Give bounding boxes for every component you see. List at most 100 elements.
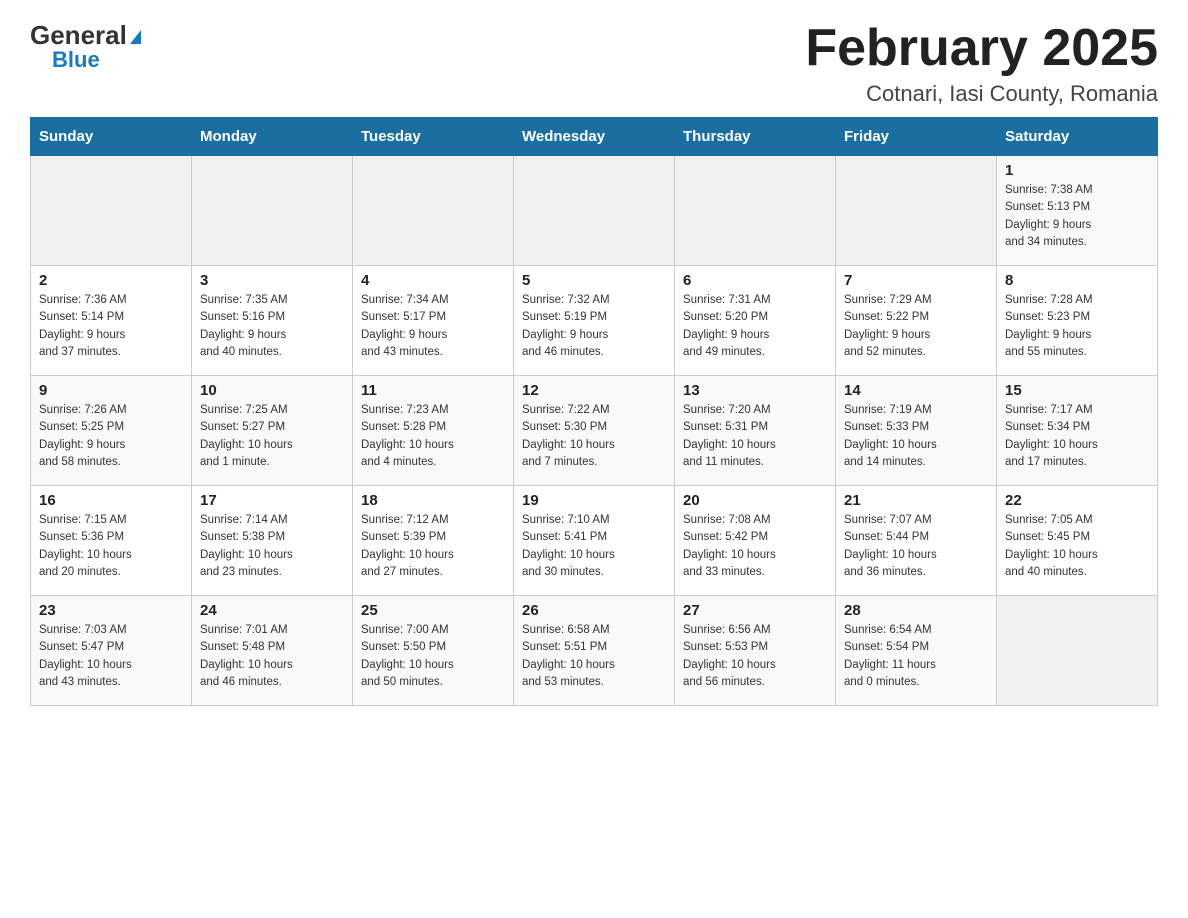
day-info: Sunrise: 7:22 AM Sunset: 5:30 PM Dayligh… [522, 402, 666, 471]
day-number: 25 [361, 602, 505, 619]
calendar-cell: 25 Sunrise: 7:00 AM Sunset: 5:50 PM Dayli… [353, 596, 514, 706]
day-info: Sunrise: 7:35 AM Sunset: 5:16 PM Dayligh… [200, 292, 344, 361]
calendar-cell: 20Sunrise: 7:08 AM Sunset: 5:42 PM Dayli… [675, 486, 836, 596]
calendar-cell: 28 Sunrise: 6:54 AM Sunset: 5:54 PM Dayli… [836, 596, 997, 706]
calendar-cell: 1 Sunrise: 7:38 AM Sunset: 5:13 PM Daylig… [997, 156, 1158, 266]
day-info: Sunrise: 7:36 AM Sunset: 5:14 PM Dayligh… [39, 292, 183, 361]
day-number: 9 [39, 382, 183, 399]
day-info: Sunrise: 7:17 AM Sunset: 5:34 PM Dayligh… [1005, 402, 1149, 471]
day-info: Sunrise: 7:05 AM Sunset: 5:45 PM Dayligh… [1005, 512, 1149, 581]
day-info: Sunrise: 7:19 AM Sunset: 5:33 PM Dayligh… [844, 402, 988, 471]
weekday-header-tuesday: Tuesday [353, 118, 514, 156]
calendar-week-row: 2 Sunrise: 7:36 AM Sunset: 5:14 PM Daylig… [31, 266, 1158, 376]
day-number: 19 [522, 492, 666, 509]
calendar-cell [192, 156, 353, 266]
weekday-header-thursday: Thursday [675, 118, 836, 156]
calendar-cell: 8 Sunrise: 7:28 AM Sunset: 5:23 PM Daylig… [997, 266, 1158, 376]
weekday-header-friday: Friday [836, 118, 997, 156]
day-number: 18 [361, 492, 505, 509]
day-number: 2 [39, 272, 183, 289]
calendar-cell: 24 Sunrise: 7:01 AM Sunset: 5:48 PM Dayli… [192, 596, 353, 706]
calendar-cell [353, 156, 514, 266]
day-number: 22 [1005, 492, 1149, 509]
day-info: Sunrise: 7:03 AM Sunset: 5:47 PM Dayligh… [39, 622, 183, 691]
calendar-table: SundayMondayTuesdayWednesdayThursdayFrid… [30, 117, 1158, 706]
calendar-cell [675, 156, 836, 266]
day-number: 12 [522, 382, 666, 399]
page-header: General Blue February 2025 Cotnari, Iasi… [30, 20, 1158, 107]
day-info: Sunrise: 7:29 AM Sunset: 5:22 PM Dayligh… [844, 292, 988, 361]
calendar-cell: 21 Sunrise: 7:07 AM Sunset: 5:44 PM Dayli… [836, 486, 997, 596]
day-info: Sunrise: 7:20 AM Sunset: 5:31 PM Dayligh… [683, 402, 827, 471]
day-info: Sunrise: 7:07 AM Sunset: 5:44 PM Dayligh… [844, 512, 988, 581]
day-info: Sunrise: 7:34 AM Sunset: 5:17 PM Dayligh… [361, 292, 505, 361]
calendar-cell: 7 Sunrise: 7:29 AM Sunset: 5:22 PM Daylig… [836, 266, 997, 376]
day-number: 24 [200, 602, 344, 619]
weekday-header-saturday: Saturday [997, 118, 1158, 156]
calendar-cell: 6 Sunrise: 7:31 AM Sunset: 5:20 PM Daylig… [675, 266, 836, 376]
calendar-cell: 12 Sunrise: 7:22 AM Sunset: 5:30 PM Dayli… [514, 376, 675, 486]
weekday-header-row: SundayMondayTuesdayWednesdayThursdayFrid… [31, 118, 1158, 156]
calendar-cell: 4 Sunrise: 7:34 AM Sunset: 5:17 PM Daylig… [353, 266, 514, 376]
day-number: 17 [200, 492, 344, 509]
day-info: Sunrise: 7:01 AM Sunset: 5:48 PM Dayligh… [200, 622, 344, 691]
calendar-header: SundayMondayTuesdayWednesdayThursdayFrid… [31, 118, 1158, 156]
calendar-cell: 3 Sunrise: 7:35 AM Sunset: 5:16 PM Daylig… [192, 266, 353, 376]
logo: General Blue [30, 20, 141, 73]
day-number: 1 [1005, 162, 1149, 179]
weekday-header-wednesday: Wednesday [514, 118, 675, 156]
day-number: 28 [844, 602, 988, 619]
day-number: 21 [844, 492, 988, 509]
day-info: Sunrise: 7:23 AM Sunset: 5:28 PM Dayligh… [361, 402, 505, 471]
calendar-week-row: 23Sunrise: 7:03 AM Sunset: 5:47 PM Dayli… [31, 596, 1158, 706]
day-info: Sunrise: 7:12 AM Sunset: 5:39 PM Dayligh… [361, 512, 505, 581]
calendar-cell: 2 Sunrise: 7:36 AM Sunset: 5:14 PM Daylig… [31, 266, 192, 376]
day-number: 5 [522, 272, 666, 289]
day-info: Sunrise: 7:28 AM Sunset: 5:23 PM Dayligh… [1005, 292, 1149, 361]
logo-blue-text: Blue [52, 47, 100, 73]
calendar-cell [31, 156, 192, 266]
calendar-cell [514, 156, 675, 266]
day-number: 6 [683, 272, 827, 289]
day-info: Sunrise: 7:25 AM Sunset: 5:27 PM Dayligh… [200, 402, 344, 471]
calendar-cell: 23Sunrise: 7:03 AM Sunset: 5:47 PM Dayli… [31, 596, 192, 706]
location-subtitle: Cotnari, Iasi County, Romania [805, 81, 1158, 107]
day-number: 20 [683, 492, 827, 509]
day-number: 13 [683, 382, 827, 399]
day-number: 14 [844, 382, 988, 399]
calendar-cell: 5 Sunrise: 7:32 AM Sunset: 5:19 PM Daylig… [514, 266, 675, 376]
title-block: February 2025 Cotnari, Iasi County, Roma… [805, 20, 1158, 107]
calendar-body: 1 Sunrise: 7:38 AM Sunset: 5:13 PM Daylig… [31, 156, 1158, 706]
calendar-week-row: 16 Sunrise: 7:15 AM Sunset: 5:36 PM Dayli… [31, 486, 1158, 596]
day-number: 11 [361, 382, 505, 399]
day-info: Sunrise: 7:15 AM Sunset: 5:36 PM Dayligh… [39, 512, 183, 581]
day-info: Sunrise: 7:38 AM Sunset: 5:13 PM Dayligh… [1005, 182, 1149, 251]
day-info: Sunrise: 6:54 AM Sunset: 5:54 PM Dayligh… [844, 622, 988, 691]
day-info: Sunrise: 7:00 AM Sunset: 5:50 PM Dayligh… [361, 622, 505, 691]
day-info: Sunrise: 7:32 AM Sunset: 5:19 PM Dayligh… [522, 292, 666, 361]
calendar-cell: 22 Sunrise: 7:05 AM Sunset: 5:45 PM Dayli… [997, 486, 1158, 596]
day-number: 3 [200, 272, 344, 289]
calendar-cell: 26Sunrise: 6:58 AM Sunset: 5:51 PM Dayli… [514, 596, 675, 706]
calendar-cell: 9 Sunrise: 7:26 AM Sunset: 5:25 PM Daylig… [31, 376, 192, 486]
calendar-cell: 27 Sunrise: 6:56 AM Sunset: 5:53 PM Dayli… [675, 596, 836, 706]
calendar-cell: 18 Sunrise: 7:12 AM Sunset: 5:39 PM Dayli… [353, 486, 514, 596]
day-number: 27 [683, 602, 827, 619]
calendar-cell: 19 Sunrise: 7:10 AM Sunset: 5:41 PM Dayli… [514, 486, 675, 596]
day-number: 8 [1005, 272, 1149, 289]
calendar-cell [997, 596, 1158, 706]
weekday-header-monday: Monday [192, 118, 353, 156]
calendar-cell: 16 Sunrise: 7:15 AM Sunset: 5:36 PM Dayli… [31, 486, 192, 596]
day-info: Sunrise: 7:26 AM Sunset: 5:25 PM Dayligh… [39, 402, 183, 471]
day-number: 7 [844, 272, 988, 289]
calendar-cell: 11 Sunrise: 7:23 AM Sunset: 5:28 PM Dayli… [353, 376, 514, 486]
day-info: Sunrise: 6:58 AM Sunset: 5:51 PM Dayligh… [522, 622, 666, 691]
calendar-cell: 10 Sunrise: 7:25 AM Sunset: 5:27 PM Dayli… [192, 376, 353, 486]
day-info: Sunrise: 6:56 AM Sunset: 5:53 PM Dayligh… [683, 622, 827, 691]
calendar-cell: 14 Sunrise: 7:19 AM Sunset: 5:33 PM Dayli… [836, 376, 997, 486]
day-info: Sunrise: 7:31 AM Sunset: 5:20 PM Dayligh… [683, 292, 827, 361]
day-number: 10 [200, 382, 344, 399]
day-number: 16 [39, 492, 183, 509]
day-info: Sunrise: 7:10 AM Sunset: 5:41 PM Dayligh… [522, 512, 666, 581]
day-number: 4 [361, 272, 505, 289]
